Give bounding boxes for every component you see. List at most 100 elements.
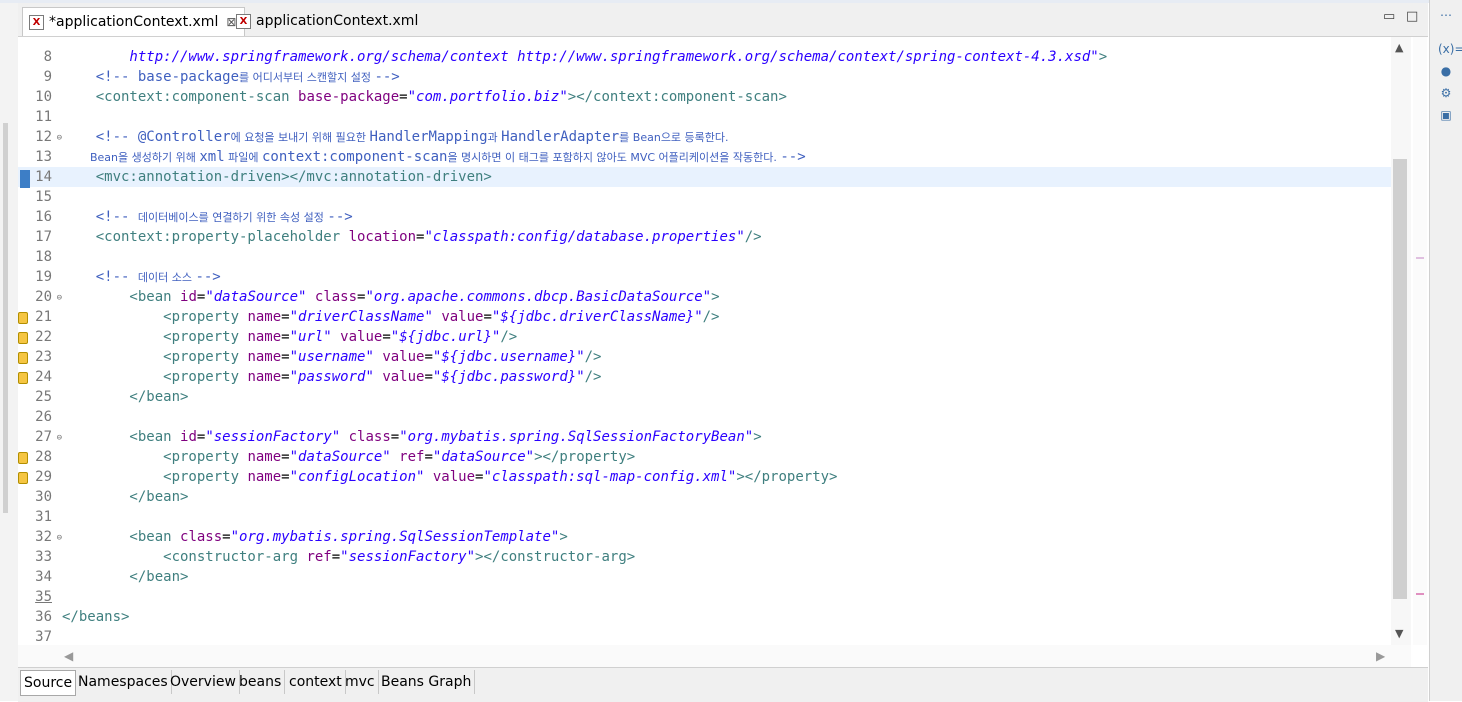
code-token: <!--	[62, 269, 138, 285]
fold-toggle-icon[interactable]: ⊖	[57, 533, 62, 543]
code-token: <bean	[62, 289, 181, 305]
line-number: 21	[18, 309, 52, 325]
page-tab-source[interactable]: Source	[20, 670, 77, 696]
ruler-marker[interactable]	[1416, 593, 1424, 595]
page-tab-beans-graph[interactable]: Beans Graph	[378, 670, 476, 694]
code-line[interactable]: 33 <constructor-arg ref="sessionFactory"…	[18, 547, 1391, 567]
code-token: -->	[327, 209, 353, 225]
tab-application-context[interactable]: applicationContext.xml	[230, 7, 424, 35]
fold-toggle-icon[interactable]: ⊖	[57, 133, 62, 143]
warning-icon[interactable]	[18, 472, 28, 484]
page-tab-overview[interactable]: Overview	[167, 670, 240, 694]
code-token: name	[247, 309, 282, 325]
xml-source-editor[interactable]: 8 http://www.springframework.org/schema/…	[18, 37, 1411, 645]
code-text: <bean class="org.mybatis.spring.SqlSessi…	[62, 529, 568, 545]
code-line[interactable]: 28 <property name="dataSource" ref="data…	[18, 447, 1391, 467]
page-tab-mvc[interactable]: mvc	[342, 670, 379, 694]
line-number-text: 28	[35, 449, 52, 465]
code-line[interactable]: 37	[18, 627, 1391, 645]
code-line[interactable]: 16 <!-- 데이터베이스를 연결하기 위한 속성 설정 -->	[18, 207, 1391, 227]
code-token: <constructor-arg	[62, 549, 307, 565]
code-token: =	[483, 309, 492, 325]
line-number: 23	[18, 349, 52, 365]
code-line[interactable]: 18	[18, 247, 1391, 267]
code-token: <!-- @Controller	[62, 129, 231, 145]
line-number-text: 37	[35, 629, 52, 645]
code-line[interactable]: 26	[18, 407, 1391, 427]
code-token: http://www.springframework.org/schema/co…	[62, 49, 1099, 65]
code-line[interactable]: 24 <property name="password" value="${jd…	[18, 367, 1391, 387]
code-line[interactable]: 32 ⊖ <bean class="org.mybatis.spring.SqlS…	[18, 527, 1391, 547]
code-line[interactable]: 31	[18, 507, 1391, 527]
warning-icon[interactable]	[18, 452, 28, 464]
code-line[interactable]: 30 </bean>	[18, 487, 1391, 507]
scroll-down-icon[interactable]: ▼	[1395, 627, 1403, 640]
code-line[interactable]: 19 <!-- 데이터 소스 -->	[18, 267, 1391, 287]
minimize-icon[interactable]: ▭	[1383, 9, 1395, 24]
code-line[interactable]: 10 <context:component-scan base-package=…	[18, 87, 1391, 107]
code-line[interactable]: 35	[18, 587, 1391, 607]
left-scroll-bar[interactable]	[3, 123, 8, 513]
line-number: 15	[18, 189, 52, 205]
code-line[interactable]: 13 Bean을 생성하기 위해 xml 파일에 context:compone…	[18, 147, 1391, 167]
code-token: -->	[195, 269, 221, 285]
code-token: <property	[62, 309, 248, 325]
outline-icon[interactable]: ▣	[1438, 108, 1454, 122]
expressions-icon[interactable]: ⚙	[1438, 86, 1454, 100]
line-number-text: 12	[35, 129, 52, 145]
vertical-scrollbar[interactable]: ▲ ▼	[1391, 37, 1411, 645]
line-number-text: 25	[35, 389, 52, 405]
code-line[interactable]: 21 <property name="driverClassName" valu…	[18, 307, 1391, 327]
maximize-icon[interactable]: □	[1406, 9, 1418, 24]
scroll-right-icon[interactable]: ▶	[1376, 649, 1385, 663]
code-line[interactable]: 11	[18, 107, 1391, 127]
view-menu-icon[interactable]: ⋯	[1438, 8, 1454, 22]
code-token: "sessionFactory"	[340, 549, 476, 565]
tab-application-context-modified[interactable]: *applicationContext.xml ⊠	[22, 7, 246, 36]
fold-toggle-icon[interactable]: ⊖	[57, 433, 62, 443]
code-line[interactable]: 9 <!-- base-package를 어디서부터 스캔할지 설정 -->	[18, 67, 1391, 87]
scroll-up-icon[interactable]: ▲	[1395, 41, 1403, 54]
code-token: "${jdbc.password}"	[432, 369, 585, 385]
code-token: ></constructor-arg>	[475, 549, 636, 565]
warning-icon[interactable]	[18, 352, 28, 364]
code-line[interactable]: 34 </bean>	[18, 567, 1391, 587]
code-token: 에 요청을 보내기 위해 필요한	[230, 131, 370, 144]
warning-icon[interactable]	[18, 312, 28, 324]
code-line[interactable]: 15	[18, 187, 1391, 207]
code-line[interactable]: 27 ⊖ <bean id="sessionFactory" class="org…	[18, 427, 1391, 447]
line-number-text: 26	[35, 409, 52, 425]
fold-toggle-icon[interactable]: ⊖	[57, 293, 62, 303]
ruler-marker[interactable]	[1416, 257, 1424, 259]
horizontal-scrollbar[interactable]: ◀ ▶	[18, 645, 1411, 667]
page-tab-context[interactable]: context	[286, 670, 346, 694]
overview-ruler[interactable]	[1413, 37, 1427, 645]
code-line[interactable]: 17 <context:property-placeholder locatio…	[18, 227, 1391, 247]
code-line[interactable]: 20 ⊖ <bean id="dataSource" class="org.apa…	[18, 287, 1391, 307]
code-line[interactable]: 29 <property name="configLocation" value…	[18, 467, 1391, 487]
cursor-line-marker	[20, 170, 30, 188]
breakpoints-icon[interactable]: ●	[1438, 64, 1454, 78]
warning-icon[interactable]	[18, 372, 28, 384]
code-token: >	[711, 289, 720, 305]
scroll-left-icon[interactable]: ◀	[64, 649, 73, 663]
variables-icon[interactable]: (x)=	[1438, 42, 1462, 56]
warning-icon[interactable]	[18, 332, 28, 344]
code-text: <property name="configLocation" value="c…	[62, 469, 837, 485]
code-line[interactable]: 25 </bean>	[18, 387, 1391, 407]
page-tab-beans[interactable]: beans	[236, 670, 286, 694]
code-token: >	[559, 529, 568, 545]
code-token: />	[702, 309, 720, 325]
code-line[interactable]: 22 <property name="url" value="${jdbc.ur…	[18, 327, 1391, 347]
editor-page-tabs: Source Namespaces Overview beans context mvc B…	[18, 667, 1428, 702]
page-tab-namespaces[interactable]: Namespaces	[75, 670, 172, 694]
line-number: 16	[18, 209, 52, 225]
code-text: </bean>	[62, 389, 188, 405]
scroll-thumb[interactable]	[1393, 159, 1407, 599]
code-line[interactable]: 36 </beans>	[18, 607, 1391, 627]
code-line[interactable]: 8 http://www.springframework.org/schema/…	[18, 47, 1391, 67]
code-line[interactable]: 12 ⊖ <!-- @Controller에 요청을 보내기 위해 필요한 Han…	[18, 127, 1391, 147]
code-line[interactable]: 23 <property name="username" value="${jd…	[18, 347, 1391, 367]
code-line[interactable]: 14 <mvc:annotation-driven></mvc:annotati…	[18, 167, 1391, 188]
xml-file-icon	[236, 13, 251, 29]
